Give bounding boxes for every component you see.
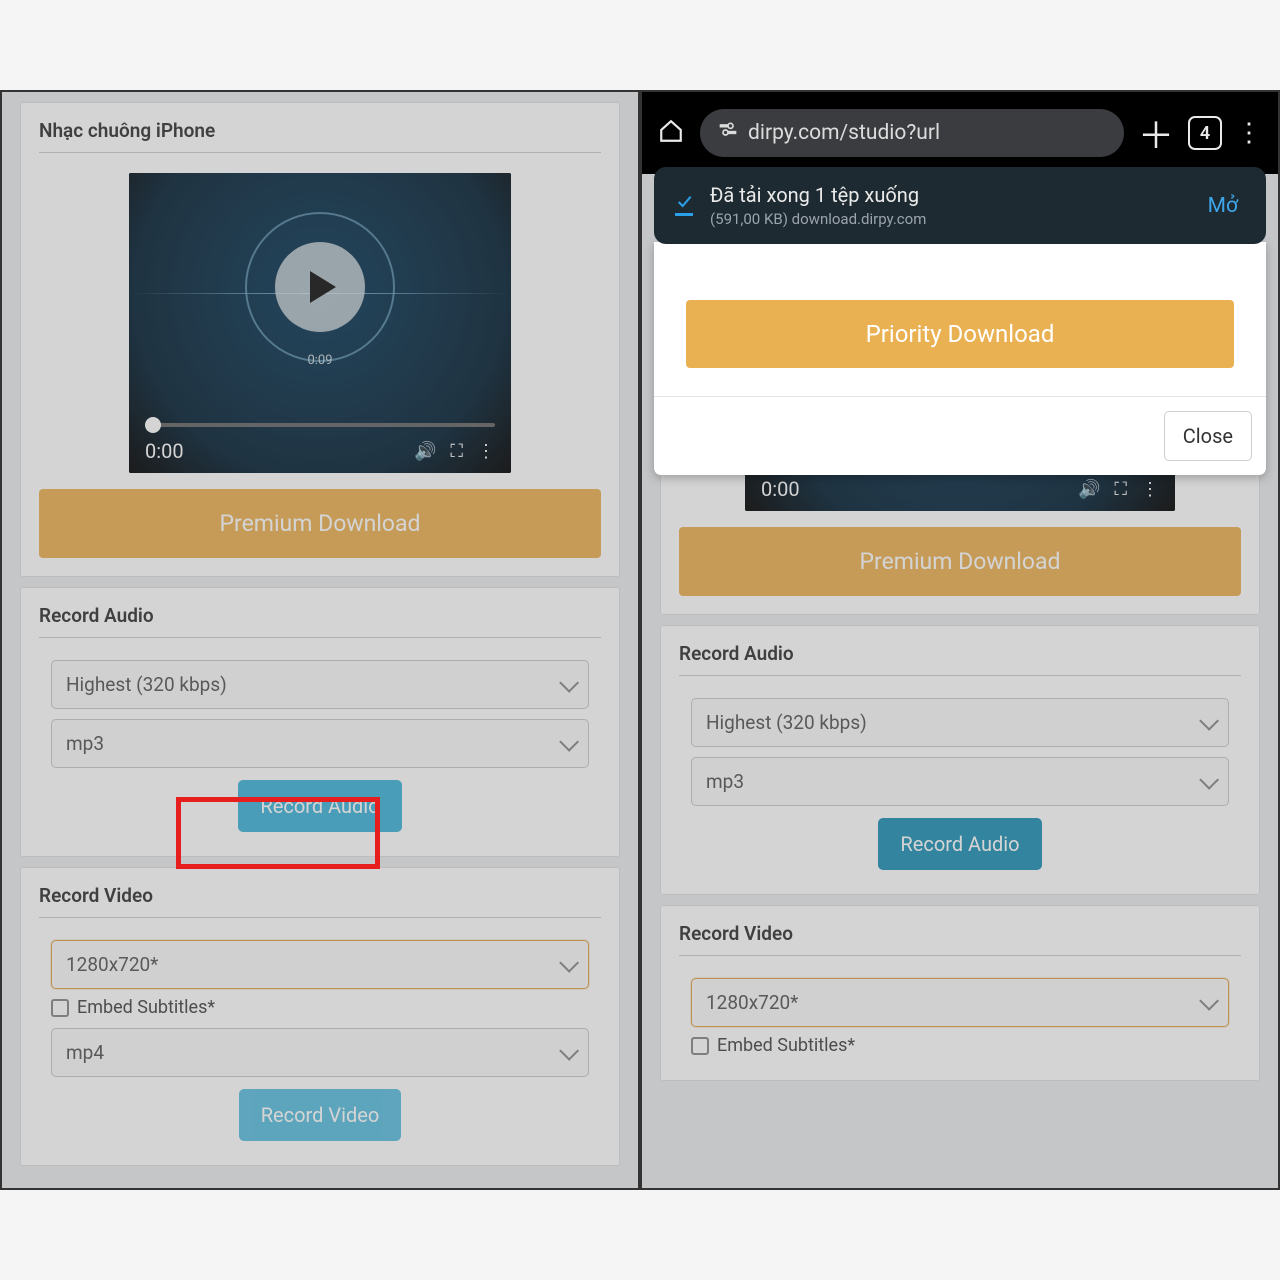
download-toast: Đã tải xong 1 tệp xuống (591,00 KB) down…: [654, 167, 1266, 244]
premium-download-button[interactable]: Premium Download: [39, 489, 601, 558]
time-elapsed: 0:00: [761, 477, 800, 501]
menu-icon[interactable]: ⋮: [1236, 118, 1264, 148]
chevron-down-icon: [559, 672, 579, 692]
fullscreen-icon[interactable]: ⛶: [1114, 479, 1127, 500]
kebab-icon[interactable]: ⋮: [1141, 479, 1159, 500]
toast-title: Đã tải xong 1 tệp xuống: [710, 183, 1184, 207]
url-bar[interactable]: dirpy.com/studio?url: [700, 109, 1124, 157]
audio-format-select[interactable]: mp3: [51, 719, 589, 768]
tabs-count-badge[interactable]: 4: [1188, 116, 1222, 150]
audio-format-select[interactable]: mp3: [691, 757, 1229, 806]
url-text: dirpy.com/studio?url: [748, 121, 940, 145]
checkbox-icon: [51, 999, 69, 1017]
chevron-down-icon: [559, 731, 579, 751]
video-res-select[interactable]: 1280x720*: [51, 940, 589, 989]
audio-quality-select[interactable]: Highest (320 kbps): [51, 660, 589, 709]
priority-download-button[interactable]: Priority Download: [686, 300, 1234, 368]
chevron-down-icon: [1199, 769, 1219, 789]
video-res-select[interactable]: 1280x720*: [691, 978, 1229, 1027]
play-icon[interactable]: [275, 242, 365, 332]
volume-icon[interactable]: 🔊: [1078, 479, 1100, 500]
new-tab-icon[interactable]: ＋: [1138, 107, 1174, 159]
home-icon[interactable]: [656, 118, 686, 148]
record-video-card: Record Video 1280x720* Embed Subtitles*: [660, 905, 1260, 1081]
chevron-down-icon: [1199, 710, 1219, 730]
time-elapsed: 0:00: [145, 439, 184, 463]
record-audio-button[interactable]: Record Audio: [878, 818, 1041, 870]
chevron-down-icon: [559, 1040, 579, 1060]
fullscreen-icon[interactable]: ⛶: [450, 441, 463, 462]
record-audio-title: Record Audio: [679, 642, 1241, 676]
record-video-card: Record Video 1280x720* Embed Subtitles* …: [20, 867, 620, 1166]
volume-icon[interactable]: 🔊: [414, 441, 436, 462]
video-card: Nhạc chuông iPhone 0:09 0:00 🔊 ⛶ ⋮ Premi…: [20, 102, 620, 577]
toast-open-button[interactable]: Mở: [1198, 186, 1248, 226]
check-icon: [672, 194, 696, 218]
record-audio-card: Record Audio Highest (320 kbps) mp3 Reco…: [660, 625, 1260, 895]
close-button[interactable]: Close: [1164, 411, 1252, 461]
chevron-down-icon: [559, 952, 579, 972]
browser-top-bar: dirpy.com/studio?url ＋ 4 ⋮: [642, 92, 1278, 174]
download-modal: Priority Download Close: [654, 242, 1266, 475]
record-video-button[interactable]: Record Video: [239, 1089, 402, 1141]
embed-subs-checkbox[interactable]: Embed Subtitles*: [691, 1035, 1229, 1056]
video-duration: 0:09: [307, 353, 332, 368]
premium-download-button[interactable]: Premium Download: [679, 527, 1241, 596]
toast-subtitle: (591,00 KB) download.dirpy.com: [710, 210, 1184, 228]
record-video-title: Record Video: [39, 884, 601, 918]
record-audio-button[interactable]: Record Audio: [238, 780, 401, 832]
video-title: Nhạc chuông iPhone: [39, 119, 601, 153]
chevron-down-icon: [1199, 990, 1219, 1010]
progress-bar[interactable]: [145, 423, 495, 427]
embed-subs-checkbox[interactable]: Embed Subtitles*: [51, 997, 589, 1018]
video-player[interactable]: 0:09 0:00 🔊 ⛶ ⋮: [129, 173, 511, 473]
kebab-icon[interactable]: ⋮: [477, 441, 495, 462]
video-format-select[interactable]: mp4: [51, 1028, 589, 1077]
record-audio-title: Record Audio: [39, 604, 601, 638]
site-settings-icon[interactable]: [718, 120, 738, 146]
checkbox-icon: [691, 1037, 709, 1055]
record-video-title: Record Video: [679, 922, 1241, 956]
record-audio-card: Record Audio Highest (320 kbps) mp3 Reco…: [20, 587, 620, 857]
audio-quality-select[interactable]: Highest (320 kbps): [691, 698, 1229, 747]
